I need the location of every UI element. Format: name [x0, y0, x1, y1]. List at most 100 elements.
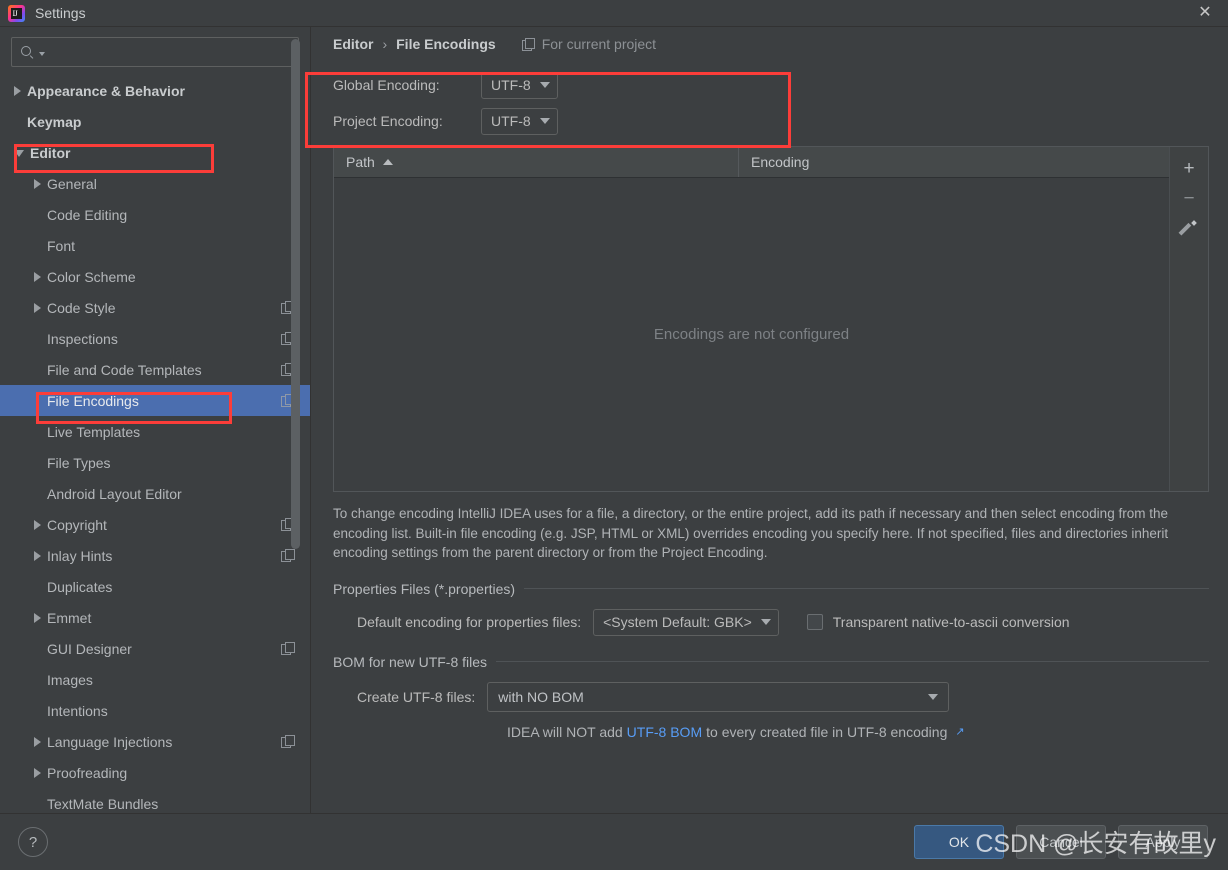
chevron-right-icon[interactable] [34, 736, 41, 747]
sidebar-item-emmet[interactable]: Emmet [0, 602, 310, 633]
search-container [0, 27, 310, 75]
column-header-encoding[interactable]: Encoding [739, 147, 1169, 177]
properties-files-group: Properties Files (*.properties) Default … [333, 581, 1209, 636]
create-utf8-files-select[interactable]: with NO BOM [487, 681, 950, 712]
sidebar-item-intentions[interactable]: Intentions [0, 695, 310, 726]
bom-group-title: BOM for new UTF-8 files [333, 654, 1209, 670]
sidebar-item-color-scheme[interactable]: Color Scheme [0, 261, 310, 292]
chevron-right-icon[interactable] [34, 271, 41, 282]
sidebar-item-label: Inspections [47, 330, 118, 347]
sidebar-item-label: Proofreading [47, 764, 128, 781]
apply-button[interactable]: Apply [1118, 825, 1208, 859]
encoding-settings-group: Global Encoding: UTF-8 Project Encoding: UT… [311, 61, 1228, 139]
sidebar-item-font[interactable]: Font [0, 230, 310, 261]
bom-group-label: BOM for new UTF-8 files [333, 653, 488, 670]
breadcrumb-root[interactable]: Editor [333, 36, 373, 52]
chevron-right-icon[interactable] [34, 550, 41, 561]
sidebar-item-label: Color Scheme [47, 268, 136, 285]
sidebar-item-label: Font [47, 237, 76, 254]
project-encoding-select[interactable]: UTF-8 [481, 107, 558, 135]
help-button[interactable]: ? [18, 827, 48, 857]
table-body[interactable]: Encodings are not configured [334, 178, 1169, 491]
sidebar-item-file-types[interactable]: File Types [0, 447, 310, 478]
sidebar-item-label: Copyright [47, 516, 107, 533]
search-icon [20, 45, 34, 59]
settings-main-panel: Editor › File Encodings For current proj… [310, 26, 1228, 813]
sidebar-item-textmate-bundles[interactable]: TextMate Bundles [0, 788, 310, 813]
sidebar-scrollbar[interactable] [291, 39, 300, 549]
sidebar-item-language-injections[interactable]: Language Injections [0, 726, 310, 757]
sidebar-item-code-editing[interactable]: Code Editing [0, 199, 310, 230]
ok-button[interactable]: OK [914, 825, 1004, 859]
close-icon[interactable]: ✕ [1182, 0, 1228, 26]
properties-files-group-label: Properties Files (*.properties) [333, 580, 516, 597]
sidebar-item-editor[interactable]: Editor [0, 137, 310, 168]
sidebar-item-images[interactable]: Images [0, 664, 310, 695]
default-properties-encoding-row: Default encoding for properties files: <… [357, 608, 1209, 636]
remove-row-button[interactable]: − [1174, 183, 1204, 213]
sidebar-item-label: File Types [47, 454, 111, 471]
settings-dialog: IJ Settings ✕ Appearance & Behavior Keyma… [0, 0, 1228, 870]
sidebar-item-proofreading[interactable]: Proofreading [0, 757, 310, 788]
sidebar-item-label: Editor [30, 144, 71, 161]
chevron-down-icon [539, 82, 550, 88]
sidebar-item-file-encodings[interactable]: File Encodings [0, 385, 310, 416]
sidebar-item-appearance-behavior[interactable]: Appearance & Behavior [0, 75, 310, 106]
chevron-down-icon [760, 619, 771, 625]
sidebar-item-copyright[interactable]: Copyright [0, 509, 310, 540]
project-encoding-label: Project Encoding: [333, 113, 443, 129]
search-box[interactable] [11, 37, 299, 67]
sidebar-item-label: Duplicates [47, 578, 113, 595]
bom-group-body: Create UTF-8 files: with NO BOM IDEA wil… [333, 670, 1209, 740]
chevron-right-icon[interactable] [34, 767, 41, 778]
sidebar-item-inlay-hints[interactable]: Inlay Hints [0, 540, 310, 571]
transparent-native-to-ascii-label: Transparent native-to-ascii conversion [832, 614, 1070, 630]
chevron-down-icon [928, 693, 939, 700]
sidebar-item-general[interactable]: General [0, 168, 310, 199]
sidebar-item-label: Live Templates [47, 423, 141, 440]
group-divider [524, 588, 1209, 589]
column-header-path[interactable]: Path [334, 147, 739, 177]
encodings-description: To change encoding IntelliJ IDEA uses fo… [333, 506, 1169, 560]
default-properties-encoding-label: Default encoding for properties files: [357, 614, 582, 630]
transparent-native-to-ascii-checkbox[interactable]: Transparent native-to-ascii conversion [806, 614, 1070, 630]
bom-hint-suffix: to every created file in UTF-8 encoding [706, 723, 948, 740]
sidebar-item-android-layout-editor[interactable]: Android Layout Editor [0, 478, 310, 509]
sidebar-item-label: File and Code Templates [47, 361, 202, 378]
add-row-button[interactable]: + [1174, 153, 1204, 183]
sidebar-item-file-and-code-templates[interactable]: File and Code Templates [0, 354, 310, 385]
global-encoding-select[interactable]: UTF-8 [481, 71, 558, 99]
chevron-right-icon[interactable] [34, 519, 41, 530]
sidebar-item-inspections[interactable]: Inspections [0, 323, 310, 354]
cancel-button[interactable]: Cancel [1016, 825, 1106, 859]
chevron-right-icon[interactable] [34, 178, 41, 189]
properties-files-group-body: Default encoding for properties files: <… [333, 597, 1209, 636]
edit-row-button[interactable] [1174, 213, 1204, 243]
copy-icon [281, 735, 295, 748]
global-encoding-label: Global Encoding: [333, 77, 440, 93]
checkbox-box [806, 614, 823, 630]
default-properties-encoding-select[interactable]: <System Default: GBK> [593, 608, 779, 636]
sidebar-item-duplicates[interactable]: Duplicates [0, 571, 310, 602]
sidebar-item-keymap[interactable]: Keymap [0, 106, 310, 137]
sidebar-item-code-style[interactable]: Code Style [0, 292, 310, 323]
chevron-right-icon[interactable] [34, 302, 41, 313]
scope-note-label: For current project [541, 36, 657, 52]
search-input[interactable] [45, 43, 290, 61]
chevron-down-icon[interactable] [14, 150, 24, 157]
window-title: Settings [35, 5, 86, 21]
chevron-right-icon[interactable] [34, 612, 41, 623]
table-header-row: Path Encoding [334, 147, 1169, 178]
bom-group: BOM for new UTF-8 files Create UTF-8 fil… [333, 654, 1209, 740]
sidebar-item-gui-designer[interactable]: GUI Designer [0, 633, 310, 664]
title-bar: IJ Settings ✕ [0, 0, 1228, 26]
copy-icon [521, 37, 536, 51]
chevron-right-icon[interactable] [14, 85, 21, 96]
sort-ascending-icon [382, 159, 393, 165]
utf8-bom-link[interactable]: UTF-8 BOM [627, 724, 702, 740]
sidebar-item-live-templates[interactable]: Live Templates [0, 416, 310, 447]
